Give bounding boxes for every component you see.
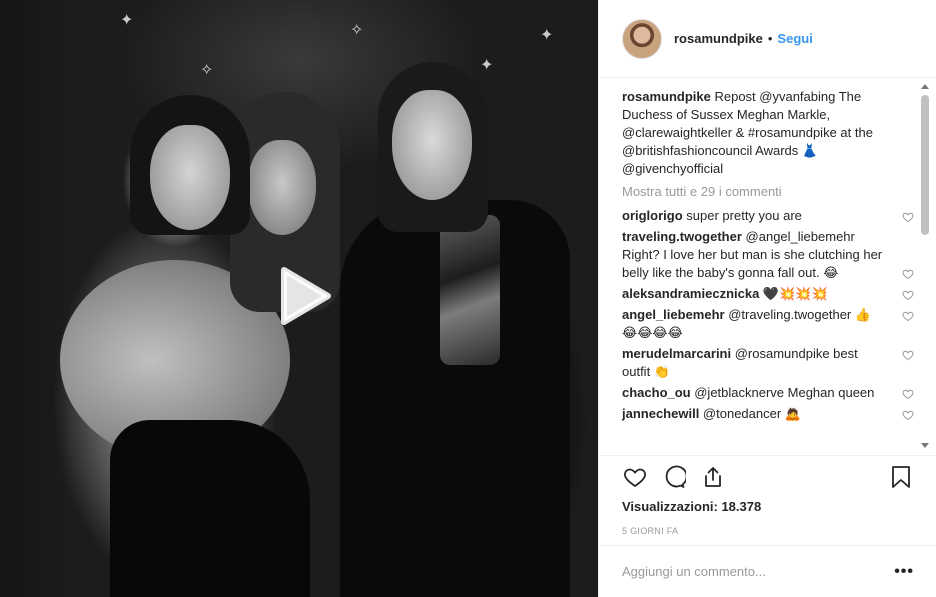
comment-input[interactable] [622,564,895,579]
comment-like-heart-icon[interactable] [902,310,914,322]
comment-like-heart-icon[interactable] [902,409,914,421]
comment-bubble-icon [665,465,686,488]
sparkle-decoration: ✧ [350,22,364,39]
post-video[interactable]: ✦ ✧ ✦ ✧ ✦ [0,0,598,597]
photo-person-right-face [392,90,472,200]
comment-username[interactable]: traveling.twogether [622,229,742,244]
comment-username[interactable]: origlorigo [622,208,683,223]
share-icon [705,467,721,487]
photo-person-left-gown [110,420,310,597]
comment-text: 🖤💥💥💥 [759,286,828,301]
comment-item: chacho_ou @jetblacknerve Meghan queen [622,384,921,402]
comment-like-heart-icon[interactable] [902,289,914,301]
comment-item: jannechewill @tonedancer 🙇 [622,405,921,423]
caption-username[interactable]: rosamundpike [622,89,711,104]
bookmark-icon [892,466,910,488]
comment-text: @tonedancer 🙇 [699,406,801,421]
comments-list: rosamundpike Repost @yvanfabing The Duch… [599,79,921,454]
comment-username[interactable]: merudelmarcarini [622,346,731,361]
instagram-post: ✦ ✧ ✦ ✧ ✦ rosamundpike • Segui rosamundp… [0,0,936,597]
post-sidebar: rosamundpike • Segui rosamundpike Repost… [598,0,936,597]
photo-person-left-face [150,125,230,230]
photo-shadow [0,0,70,597]
post-caption: rosamundpike Repost @yvanfabing The Duch… [622,88,921,178]
comment-item: merudelmarcarini @rosamundpike best outf… [622,345,921,381]
sparkle-decoration: ✦ [480,57,494,74]
comment-text: super pretty you are [682,208,802,223]
avatar[interactable] [622,18,662,59]
post-header: rosamundpike • Segui [599,0,936,78]
photo-person-center-face [248,140,316,235]
header-separator: • [767,31,773,46]
comment-like-heart-icon[interactable] [902,268,914,280]
heart-icon [624,468,646,488]
comment-item: aleksandramiecznicka 🖤💥💥💥 [622,285,921,303]
save-button[interactable] [888,464,914,490]
comment-username[interactable]: jannechewill [622,406,699,421]
scroll-down-arrow-icon[interactable] [921,443,929,448]
comment-text: @jetblacknerve Meghan queen [690,385,875,400]
scrollbar-thumb[interactable] [921,95,929,235]
view-count-label: Visualizzazioni: [622,499,718,514]
comment-item: angel_liebemehr @traveling.twogether 👍😂😂… [622,306,921,342]
comment-like-heart-icon[interactable] [902,349,914,361]
sparkle-decoration: ✦ [120,12,134,29]
action-icons [622,456,914,498]
post-actions: Visualizzazioni: 18.378 5 giorni fa [599,455,936,536]
comment-like-heart-icon[interactable] [902,211,914,223]
view-count-value: 18.378 [717,499,762,514]
sparkle-decoration: ✧ [200,62,214,79]
comment-username[interactable]: aleksandramiecznicka [622,286,759,301]
follow-button[interactable]: Segui [777,31,812,46]
play-icon[interactable] [268,262,336,330]
add-comment-bar: ••• [599,545,936,597]
post-age[interactable]: 5 giorni fa [622,526,914,536]
scroll-up-arrow-icon[interactable] [921,84,929,89]
comment-username[interactable]: angel_liebemehr [622,307,725,322]
sparkle-decoration: ✦ [540,27,554,44]
more-options-icon[interactable]: ••• [894,563,914,581]
comments-scrollbar[interactable] [918,80,932,452]
share-button[interactable] [700,464,726,490]
header-username[interactable]: rosamundpike [674,31,763,46]
comment-username[interactable]: chacho_ou [622,385,691,400]
comment-item: origlorigo super pretty you are [622,207,921,225]
photo-person-right-scarf [440,215,500,365]
view-count: Visualizzazioni: 18.378 [622,499,914,514]
like-button[interactable] [622,464,648,490]
comment-item: traveling.twogether @angel_liebemehr Rig… [622,228,921,282]
comment-button[interactable] [661,464,687,490]
view-all-comments-link[interactable]: Mostra tutti e 29 i commenti [622,184,921,199]
comment-like-heart-icon[interactable] [902,388,914,400]
